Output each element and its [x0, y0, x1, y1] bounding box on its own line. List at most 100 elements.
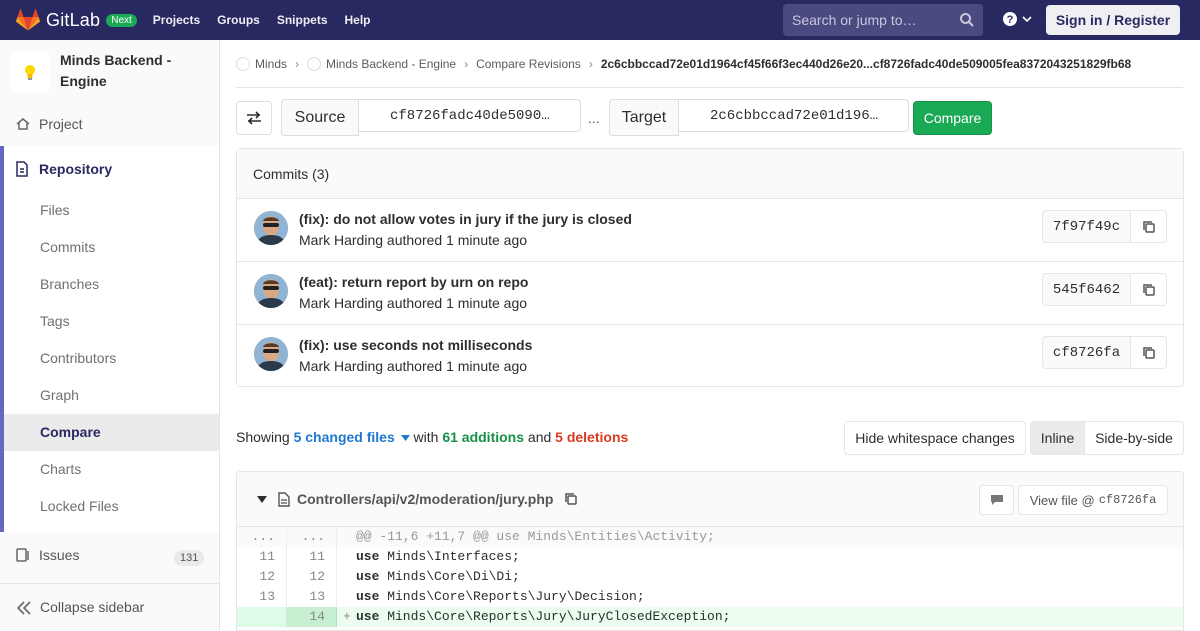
question-circle-icon: ? [1003, 12, 1017, 26]
changed-files-dropdown[interactable]: 5 changed files [294, 429, 410, 445]
copy-sha-button[interactable] [1130, 336, 1167, 369]
commit-title[interactable]: (fix): use seconds not milliseconds [299, 337, 532, 353]
showing-label: Showing [236, 429, 290, 445]
sidebar-item-label: Project [39, 116, 83, 132]
nav-projects[interactable]: Projects [153, 13, 200, 27]
diff-summary: Showing 5 changed files with 61 addition… [236, 429, 628, 445]
view-file-sha: cf8726fa [1098, 493, 1157, 507]
nav-help[interactable]: Help [345, 13, 371, 27]
sidebar-subitem-commits[interactable]: Commits [40, 239, 95, 255]
code-line: use Minds\Core\Reports\Jury\Decision; [356, 587, 645, 607]
copy-sha-button[interactable] [1130, 210, 1167, 243]
commits-list: Commits (3) (fix): do not allow votes in… [236, 148, 1184, 387]
chevron-down-icon [1022, 16, 1032, 23]
chevron-right-icon: › [588, 57, 593, 71]
diff-line-hunk: ... ... @@ -11,6 +11,7 @@ use Minds\Enti… [237, 527, 1183, 547]
new-line-number[interactable]: 13 [287, 587, 337, 607]
next-badge: Next [106, 13, 137, 27]
new-line-number[interactable]: 11 [287, 547, 337, 567]
additions-count: 61 additions [442, 429, 525, 445]
swap-icon [247, 111, 261, 125]
sidebar-subitem-contributors[interactable]: Contributors [40, 350, 116, 366]
avatar[interactable] [254, 274, 288, 308]
commit-author[interactable]: Mark Harding [299, 295, 383, 311]
source-revision-dropdown[interactable]: cf8726fadc40de5090… [358, 99, 581, 132]
compare-button[interactable]: Compare [913, 101, 992, 135]
sidebar-subitem-locked-files[interactable]: Locked Files [40, 498, 119, 514]
breadcrumb-project[interactable]: Minds Backend - Engine [326, 57, 456, 71]
sidebar-item-repository[interactable]: Repository [0, 159, 219, 179]
new-line-number[interactable]: 14 [287, 607, 337, 627]
copy-icon [1142, 220, 1155, 233]
gitlab-logo[interactable]: GitLab Next [16, 9, 137, 31]
old-line-number[interactable]: ... [237, 527, 287, 547]
sidebar-subitem-graph[interactable]: Graph [40, 387, 79, 403]
toggle-comments-button[interactable] [979, 485, 1014, 515]
sidebar-subitem-files[interactable]: Files [40, 202, 70, 218]
diff-line: 13 13 use Minds\Core\Reports\Jury\Decisi… [237, 587, 1183, 607]
caret-down-icon[interactable] [257, 496, 267, 503]
sidebar-subitem-tags[interactable]: Tags [40, 313, 70, 329]
nav-snippets[interactable]: Snippets [277, 13, 328, 27]
commit-sha[interactable]: cf8726fa [1042, 336, 1131, 369]
old-line-number[interactable]: 11 [237, 547, 287, 567]
home-icon [16, 118, 30, 130]
swap-revisions-button[interactable] [236, 101, 272, 135]
active-item-highlight [4, 414, 219, 451]
caret-down-icon [400, 435, 410, 442]
commit-time: authored 1 minute ago [386, 358, 528, 374]
commit-sha[interactable]: 545f6462 [1042, 273, 1131, 306]
sidebar-item-issues[interactable]: Issues 131 [0, 545, 219, 566]
sidebar-subitem-branches[interactable]: Branches [40, 276, 99, 292]
copy-sha-button[interactable] [1130, 273, 1167, 306]
commit-row: (feat): return report by urn on repo Mar… [237, 262, 1183, 325]
tanuki-icon [16, 9, 40, 31]
avatar[interactable] [254, 211, 288, 245]
double-chevron-left-icon [16, 601, 31, 615]
help-dropdown[interactable]: ? [1002, 11, 1032, 27]
copy-icon[interactable] [564, 492, 578, 506]
commit-title[interactable]: (fix): do not allow votes in jury if the… [299, 211, 632, 227]
old-line-number[interactable]: 13 [237, 587, 287, 607]
code-line: use Minds\Core\Di\Di; [356, 567, 520, 587]
commit-time: authored 1 minute ago [386, 295, 528, 311]
hunk-header: @@ -11,6 +11,7 @@ use Minds\Entities\Act… [356, 529, 715, 544]
source-label: Source [281, 99, 359, 136]
with-label: with [413, 429, 439, 445]
collapse-sidebar-button[interactable]: Collapse sidebar [0, 583, 219, 630]
hide-whitespace-button[interactable]: Hide whitespace changes [844, 421, 1026, 455]
diff-line-added: 14 + use Minds\Core\Reports\Jury\JuryClo… [237, 607, 1183, 627]
sidebar-subitem-compare[interactable]: Compare [40, 424, 101, 440]
side-by-side-view-button[interactable]: Side-by-side [1084, 421, 1184, 455]
search-input[interactable]: Search or jump to… [783, 4, 983, 36]
commit-meta: Mark Harding authored 1 minute ago [299, 232, 527, 248]
commit-title[interactable]: (feat): return report by urn on repo [299, 274, 528, 290]
commit-author[interactable]: Mark Harding [299, 358, 383, 374]
breadcrumb-current[interactable]: 2c6cbbccad72e01d1964cf45f66f3ec440d26e20… [601, 57, 1131, 71]
sidebar-item-project[interactable]: Project [0, 114, 219, 134]
view-file-label: View file @ [1029, 492, 1095, 508]
breadcrumb-compare-revisions[interactable]: Compare Revisions [476, 57, 581, 71]
old-line-number[interactable] [237, 607, 287, 627]
nav-groups[interactable]: Groups [217, 13, 260, 27]
sign-in-button[interactable]: Sign in / Register [1046, 5, 1180, 35]
new-line-number[interactable]: ... [287, 527, 337, 547]
commit-author[interactable]: Mark Harding [299, 232, 383, 248]
file-path[interactable]: Controllers/api/v2/moderation/jury.php [297, 491, 553, 507]
view-file-button[interactable]: View file @ cf8726fa [1018, 485, 1168, 515]
inline-view-button[interactable]: Inline [1030, 421, 1085, 455]
deletions-count: 5 deletions [555, 429, 629, 445]
old-line-number[interactable]: 12 [237, 567, 287, 587]
target-revision-dropdown[interactable]: 2c6cbbccad72e01d196… [678, 99, 909, 132]
breadcrumb-minds[interactable]: Minds [255, 57, 287, 71]
copy-icon [1142, 346, 1155, 359]
and-label: and [527, 429, 552, 445]
author-avatar-image [254, 337, 288, 371]
code-line: use Minds\Interfaces; [356, 547, 520, 567]
sidebar-subitem-charts[interactable]: Charts [40, 461, 81, 477]
new-line-number[interactable]: 12 [287, 567, 337, 587]
avatar[interactable] [254, 337, 288, 371]
commit-sha[interactable]: 7f97f49c [1042, 210, 1131, 243]
code-line: use Minds\Core\Reports\Jury\JuryClosedEx… [356, 607, 730, 627]
sidebar-project-header[interactable]: Minds Backend - Engine [0, 40, 219, 102]
